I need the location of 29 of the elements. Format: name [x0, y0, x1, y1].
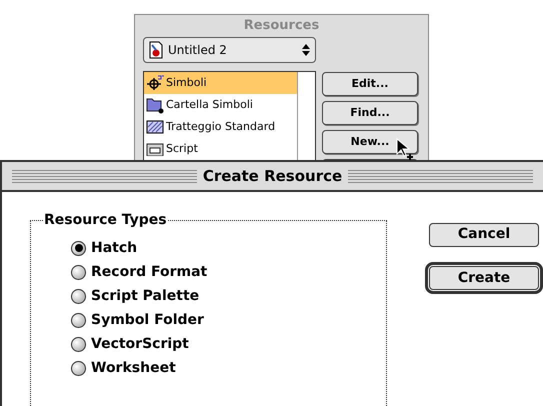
radio-label: Script Palette: [91, 287, 200, 306]
radio-label: Record Format: [91, 263, 208, 282]
list-item[interactable]: Simboli: [144, 72, 297, 94]
script-icon: [146, 142, 164, 156]
radio-button[interactable]: [71, 360, 86, 376]
radio-button[interactable]: [71, 240, 86, 256]
list-item[interactable]: Cartella Simboli: [144, 94, 297, 116]
list-item[interactable]: Script: [144, 138, 297, 160]
palette-button[interactable]: Edit...: [322, 72, 418, 96]
radio-button[interactable]: [71, 288, 86, 304]
radio-label: Symbol Folder: [91, 311, 204, 330]
palette-button[interactable]: New...: [322, 130, 418, 154]
list-item[interactable]: Tratteggio Standard: [144, 116, 297, 138]
up-down-arrows-icon: [301, 43, 311, 57]
radio-label: Worksheet: [91, 359, 176, 378]
radio-button[interactable]: [71, 264, 86, 280]
document-icon: [148, 41, 164, 59]
palette-button[interactable]: Find...: [322, 101, 418, 125]
dialog-button[interactable]: Cancel: [429, 222, 539, 246]
radio-label: Hatch: [91, 239, 138, 258]
hatch-pattern-icon: [146, 120, 164, 134]
radio-button[interactable]: [71, 336, 86, 352]
crosshair-icon: [146, 75, 164, 91]
file-popup[interactable]: Untitled 2: [143, 37, 316, 63]
window-title: Resources: [242, 17, 320, 35]
radio-label: VectorScript: [91, 335, 189, 354]
radio-button[interactable]: [71, 312, 86, 328]
folder-icon: [146, 96, 164, 114]
dialog-title: Create Resource: [202, 166, 342, 187]
